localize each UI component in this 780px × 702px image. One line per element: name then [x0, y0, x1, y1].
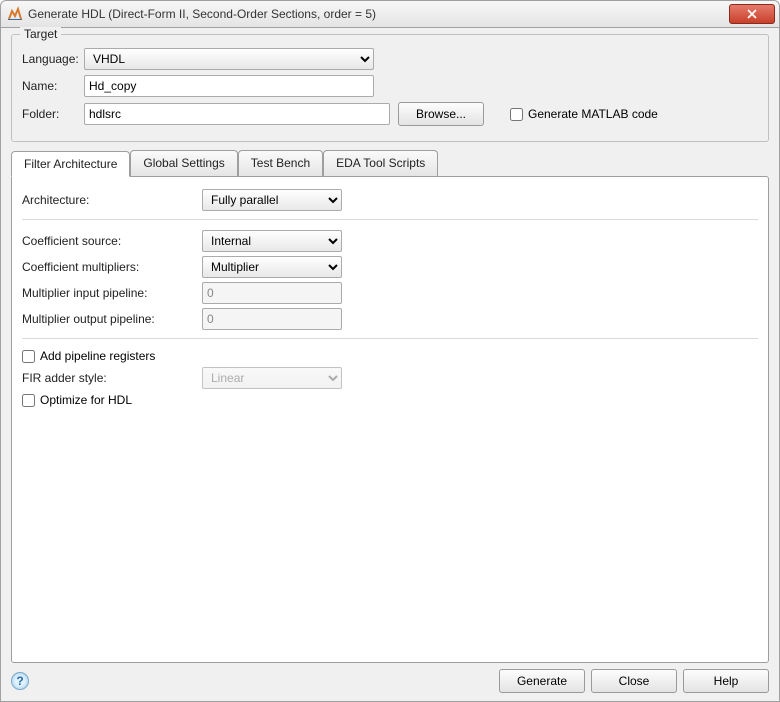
name-input[interactable]: [84, 75, 374, 97]
coef-mult-label: Coefficient multipliers:: [22, 260, 202, 274]
help-button[interactable]: Help: [683, 669, 769, 693]
optimize-hdl-check-input[interactable]: [22, 394, 35, 407]
architecture-label: Architecture:: [22, 193, 202, 207]
mult-in-label: Multiplier input pipeline:: [22, 286, 202, 300]
optimize-hdl-checkbox[interactable]: Optimize for HDL: [22, 393, 132, 407]
coef-source-select[interactable]: Internal: [202, 230, 342, 252]
name-label: Name:: [22, 79, 84, 93]
close-button[interactable]: [729, 4, 775, 24]
footer: ? Generate Close Help: [11, 663, 769, 693]
close-footer-button[interactable]: Close: [591, 669, 677, 693]
generate-button[interactable]: Generate: [499, 669, 585, 693]
tab-bar: Filter Architecture Global Settings Test…: [11, 150, 769, 176]
coef-source-label: Coefficient source:: [22, 234, 202, 248]
add-pipeline-check-input[interactable]: [22, 350, 35, 363]
mult-out-input: [202, 308, 342, 330]
browse-button[interactable]: Browse...: [398, 102, 484, 126]
close-icon: [747, 9, 757, 19]
folder-input[interactable]: [84, 103, 390, 125]
optimize-hdl-label: Optimize for HDL: [40, 393, 132, 407]
fir-adder-select: Linear: [202, 367, 342, 389]
tab-test-bench[interactable]: Test Bench: [238, 150, 323, 176]
tab-filter-architecture[interactable]: Filter Architecture: [11, 151, 130, 177]
folder-label: Folder:: [22, 107, 84, 121]
gen-matlab-check-input[interactable]: [510, 108, 523, 121]
dialog-body: Target Language: VHDL Name: Folder: Brow…: [0, 28, 780, 702]
target-group: Target Language: VHDL Name: Folder: Brow…: [11, 34, 769, 142]
gen-matlab-checkbox[interactable]: Generate MATLAB code: [510, 107, 658, 121]
gen-matlab-label: Generate MATLAB code: [528, 107, 658, 121]
divider: [22, 219, 758, 220]
tab-global-settings[interactable]: Global Settings: [130, 150, 237, 176]
fir-adder-label: FIR adder style:: [22, 371, 202, 385]
add-pipeline-label: Add pipeline registers: [40, 349, 155, 363]
architecture-select[interactable]: Fully parallel: [202, 189, 342, 211]
target-legend: Target: [20, 27, 61, 41]
tab-eda-tool-scripts[interactable]: EDA Tool Scripts: [323, 150, 438, 176]
titlebar: Generate HDL (Direct-Form II, Second-Ord…: [0, 0, 780, 28]
language-label: Language:: [22, 52, 84, 66]
tab-container: Filter Architecture Global Settings Test…: [11, 150, 769, 663]
window-title: Generate HDL (Direct-Form II, Second-Ord…: [28, 7, 729, 21]
coef-mult-select[interactable]: Multiplier: [202, 256, 342, 278]
mult-in-input: [202, 282, 342, 304]
divider: [22, 338, 758, 339]
add-pipeline-checkbox[interactable]: Add pipeline registers: [22, 349, 155, 363]
app-icon: [7, 6, 23, 22]
language-select[interactable]: VHDL: [84, 48, 374, 70]
help-icon[interactable]: ?: [11, 672, 29, 690]
mult-out-label: Multiplier output pipeline:: [22, 312, 202, 326]
tab-panel-filter-architecture: Architecture: Fully parallel Coefficient…: [11, 176, 769, 663]
